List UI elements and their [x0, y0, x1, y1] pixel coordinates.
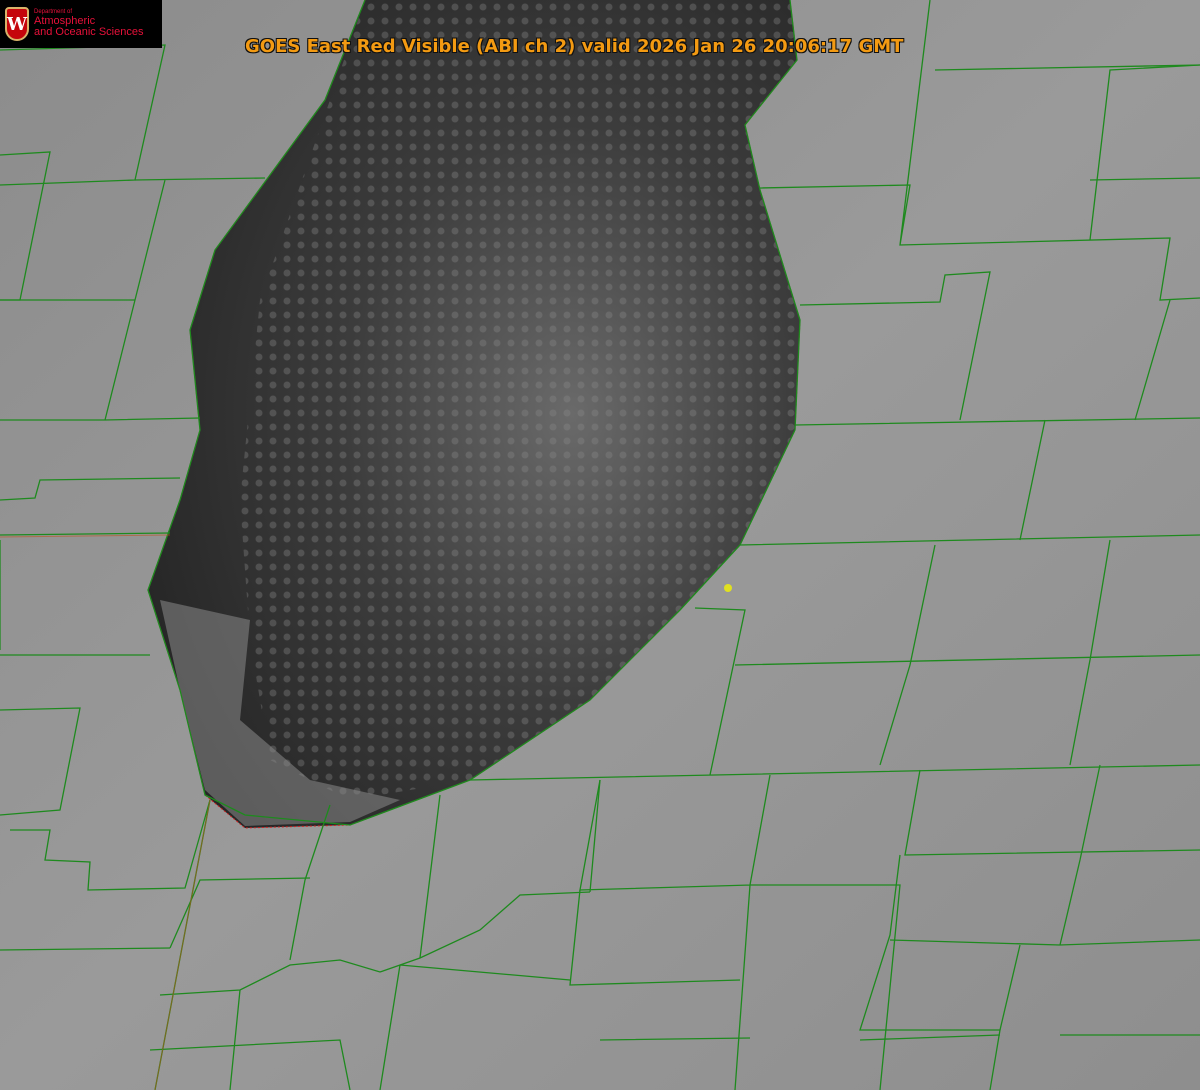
location-marker — [724, 584, 732, 592]
aos-logo: W Department of Atmospheric and Oceanic … — [0, 0, 162, 48]
satellite-image-viewer: W Department of Atmospheric and Oceanic … — [0, 0, 1200, 1090]
logo-line2: and Oceanic Sciences — [34, 26, 144, 39]
uw-shield-icon: W — [5, 7, 29, 41]
shield-letter: W — [6, 13, 28, 35]
satellite-map — [0, 0, 1200, 1090]
image-title: GOES East Red Visible (ABI ch 2) valid 2… — [245, 36, 904, 57]
